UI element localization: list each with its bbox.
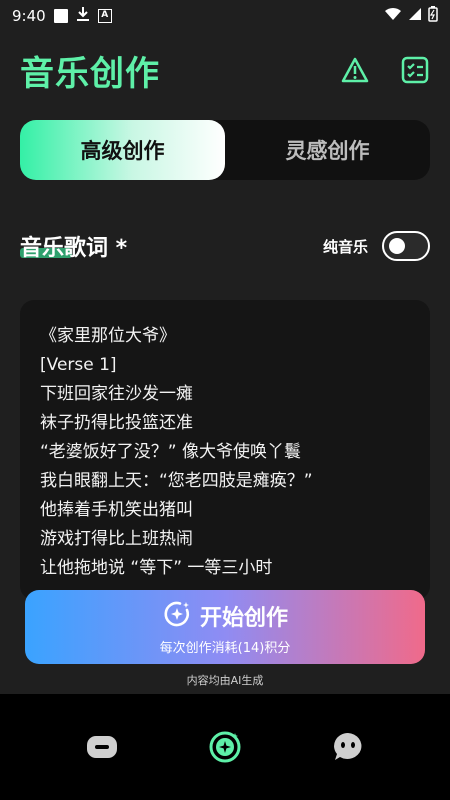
header: 音乐创作 — [0, 40, 450, 100]
app-notification-icon: A — [97, 9, 112, 23]
start-button-label: 开始创作 — [199, 605, 288, 631]
pure-music-label: 纯音乐 — [322, 237, 368, 256]
bottom-nav — [0, 694, 450, 800]
lyrics-input[interactable]: 《家里那位大爷》 [Verse 1] 下班回家往沙发一瘫 袜子扔得比投篮还准 “… — [20, 300, 430, 600]
lyrics-section-title: 音乐歌词 * — [20, 236, 128, 261]
warning-icon[interactable] — [340, 55, 370, 85]
notification-square-icon — [53, 9, 68, 23]
mode-tabs: 高级创作 灵感创作 — [20, 120, 430, 180]
lyric-line: [Verse 1] — [40, 355, 117, 375]
toggle-knob — [389, 238, 405, 254]
lyric-line: 让他拖地说 “等下” 一等三小时 — [40, 558, 273, 578]
status-time: 9:40 — [12, 7, 46, 25]
signal-icon — [408, 7, 422, 25]
lyrics-header: 音乐歌词 * 纯音乐 — [20, 224, 430, 268]
start-creation-button[interactable]: 开始创作 每次创作消耗(14)积分 — [25, 590, 425, 664]
create-sparkle-icon — [162, 599, 192, 633]
tab-advanced-creation[interactable]: 高级创作 — [20, 120, 225, 180]
lyric-line: 《家里那位大爷》 — [40, 326, 176, 346]
face-bubble-icon[interactable] — [330, 729, 366, 765]
lyric-line: 我白眼翻上天：“您老四肢是瘫痪？” — [40, 471, 313, 491]
chat-bubble-icon[interactable] — [84, 729, 120, 765]
page-title: 音乐创作 — [20, 53, 160, 94]
battery-icon — [428, 6, 438, 26]
wifi-icon — [384, 7, 402, 25]
lyric-line: “老婆饭好了没？” 像大爷使唤丫鬟 — [40, 442, 302, 462]
checklist-icon[interactable] — [400, 55, 430, 85]
lyric-line: 袜子扔得比投篮还准 — [40, 413, 193, 433]
credit-cost-text: 每次创作消耗(14)积分 — [159, 640, 291, 656]
create-sparkle-icon[interactable] — [207, 729, 243, 765]
tab-inspiration-creation[interactable]: 灵感创作 — [225, 120, 430, 180]
pure-music-toggle[interactable] — [382, 231, 430, 261]
lyric-line: 下班回家往沙发一瘫 — [40, 384, 193, 404]
download-icon — [76, 6, 90, 26]
status-bar: 9:40 A — [0, 0, 450, 32]
lyric-line: 游戏打得比上班热闹 — [40, 529, 193, 549]
lyric-line: 他捧着手机笑出猪叫 — [40, 500, 193, 520]
ai-generated-note: 内容均由AI生成 — [186, 674, 264, 687]
